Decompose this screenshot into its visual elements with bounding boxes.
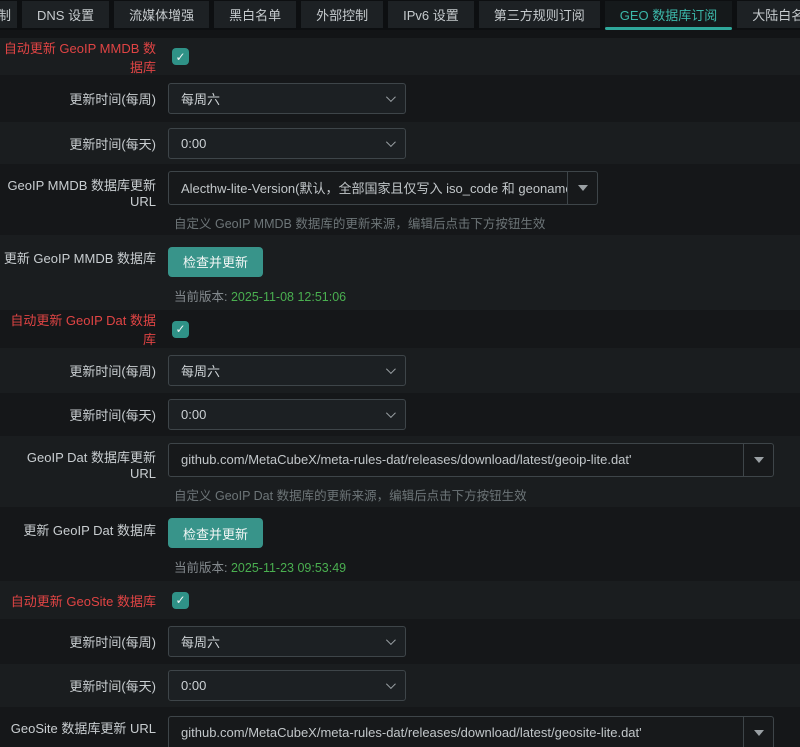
chevron-down-icon <box>386 137 396 147</box>
mmdb-version-value: 2025-11-08 12:51:06 <box>231 290 346 304</box>
geosite-daily-time-label: 更新时间(每天) <box>0 676 168 695</box>
triangle-down-icon <box>578 185 588 191</box>
row-geosite-daily-time: 更新时间(每天) 0:00 <box>0 664 800 707</box>
tab-dns-settings[interactable]: DNS 设置 <box>22 1 109 28</box>
geosite-daily-time-value: 0:00 <box>181 678 206 693</box>
chevron-down-icon <box>386 635 396 645</box>
geo-database-form: 自动更新 GeoIP MMDB 数据库 更新时间(每周) 每周六 更新时间(每天… <box>0 30 800 747</box>
dat-url-dropdown-button[interactable] <box>743 444 773 476</box>
row-auto-update-dat: 自动更新 GeoIP Dat 数据库 <box>0 310 800 348</box>
auto-update-dat-checkbox[interactable] <box>172 321 189 338</box>
dat-daily-time-value: 0:00 <box>181 407 206 422</box>
tab-bar: 制 DNS 设置 流媒体增强 黑白名单 外部控制 IPv6 设置 第三方规则订阅… <box>0 0 800 30</box>
mmdb-update-label: 更新 GeoIP MMDB 数据库 <box>0 235 168 267</box>
row-mmdb-url: GeoIP MMDB 数据库更新 URL Alecthw-lite-Versio… <box>0 164 800 235</box>
dat-update-label: 更新 GeoIP Dat 数据库 <box>0 507 168 539</box>
row-mmdb-daily-time: 更新时间(每天) 0:00 <box>0 122 800 164</box>
tab-geo-database-subscribe[interactable]: GEO 数据库订阅 <box>605 1 733 28</box>
mmdb-url-dropdown-button[interactable] <box>567 172 597 204</box>
triangle-down-icon <box>754 730 764 736</box>
dat-weekly-time-value: 每周六 <box>181 361 220 380</box>
dat-version-label: 当前版本: <box>174 561 227 575</box>
mmdb-weekly-time-label: 更新时间(每周) <box>0 89 168 108</box>
dat-weekly-time-select[interactable]: 每周六 <box>168 355 406 386</box>
tab-ipv6-settings[interactable]: IPv6 设置 <box>388 1 474 28</box>
mmdb-url-label: GeoIP MMDB 数据库更新 URL <box>0 164 168 209</box>
tab-third-party-rules[interactable]: 第三方规则订阅 <box>479 1 600 28</box>
geosite-weekly-time-select[interactable]: 每周六 <box>168 626 406 657</box>
mmdb-weekly-time-select[interactable]: 每周六 <box>168 83 406 114</box>
mmdb-weekly-time-value: 每周六 <box>181 89 220 108</box>
dat-url-combobox[interactable]: 'github.com/MetaCubeX/meta-rules-dat/rel… <box>168 443 774 477</box>
tab-partial-left[interactable]: 制 <box>0 1 17 28</box>
row-dat-url: GeoIP Dat 数据库更新 URL 'github.com/MetaCube… <box>0 436 800 507</box>
row-dat-weekly-time: 更新时间(每周) 每周六 <box>0 348 800 393</box>
mmdb-url-description: 自定义 GeoIP MMDB 数据库的更新来源，编辑后点击下方按钮生效 <box>168 205 800 232</box>
auto-update-dat-label: 自动更新 GeoIP Dat 数据库 <box>0 310 168 348</box>
tab-streaming-enhance[interactable]: 流媒体增强 <box>114 1 209 28</box>
auto-update-geosite-checkbox[interactable] <box>172 592 189 609</box>
row-mmdb-weekly-time: 更新时间(每周) 每周六 <box>0 75 800 122</box>
dat-daily-time-select[interactable]: 0:00 <box>168 399 406 430</box>
dat-url-label: GeoIP Dat 数据库更新 URL <box>0 436 168 481</box>
row-dat-daily-time: 更新时间(每天) 0:00 <box>0 393 800 436</box>
row-auto-update-geosite: 自动更新 GeoSite 数据库 <box>0 581 800 619</box>
checkmark-icon <box>175 51 185 63</box>
checkmark-icon <box>175 594 185 606</box>
geosite-weekly-time-value: 每周六 <box>181 632 220 651</box>
mmdb-daily-time-value: 0:00 <box>181 136 206 151</box>
mmdb-daily-time-select[interactable]: 0:00 <box>168 128 406 159</box>
geosite-weekly-time-label: 更新时间(每周) <box>0 632 168 651</box>
geosite-url-combobox[interactable]: 'github.com/MetaCubeX/meta-rules-dat/rel… <box>168 716 774 747</box>
row-geosite-url: GeoSite 数据库更新 URL 'github.com/MetaCubeX/… <box>0 707 800 747</box>
mmdb-version-label: 当前版本: <box>174 290 227 304</box>
mmdb-url-value[interactable]: Alecthw-lite-Version(默认，全部国家且仅写入 iso_cod… <box>169 172 567 204</box>
dat-version-value: 2025-11-23 09:53:49 <box>231 561 346 575</box>
chevron-down-icon <box>386 364 396 374</box>
tab-mainland-whitelist[interactable]: 大陆白名单订阅 <box>737 1 800 28</box>
chevron-down-icon <box>386 679 396 689</box>
geosite-daily-time-select[interactable]: 0:00 <box>168 670 406 701</box>
mmdb-current-version: 当前版本: 2025-11-08 12:51:06 <box>168 277 800 305</box>
geosite-url-value[interactable]: 'github.com/MetaCubeX/meta-rules-dat/rel… <box>169 717 743 747</box>
chevron-down-icon <box>386 92 396 102</box>
tab-black-white-list[interactable]: 黑白名单 <box>214 1 296 28</box>
triangle-down-icon <box>754 457 764 463</box>
dat-url-description: 自定义 GeoIP Dat 数据库的更新来源，编辑后点击下方按钮生效 <box>168 477 800 504</box>
dat-weekly-time-label: 更新时间(每周) <box>0 361 168 380</box>
row-auto-update-mmdb: 自动更新 GeoIP MMDB 数据库 <box>0 38 800 75</box>
auto-update-mmdb-checkbox[interactable] <box>172 48 189 65</box>
geosite-url-label: GeoSite 数据库更新 URL <box>0 707 168 737</box>
dat-check-update-button[interactable]: 检查并更新 <box>168 518 263 548</box>
row-geosite-weekly-time: 更新时间(每周) 每周六 <box>0 619 800 664</box>
mmdb-daily-time-label: 更新时间(每天) <box>0 134 168 153</box>
dat-daily-time-label: 更新时间(每天) <box>0 405 168 424</box>
auto-update-mmdb-label: 自动更新 GeoIP MMDB 数据库 <box>0 38 168 76</box>
geosite-url-dropdown-button[interactable] <box>743 717 773 747</box>
mmdb-url-combobox[interactable]: Alecthw-lite-Version(默认，全部国家且仅写入 iso_cod… <box>168 171 598 205</box>
tab-external-control[interactable]: 外部控制 <box>301 1 383 28</box>
checkmark-icon <box>175 323 185 335</box>
chevron-down-icon <box>386 408 396 418</box>
auto-update-geosite-label: 自动更新 GeoSite 数据库 <box>0 591 168 610</box>
row-dat-update: 更新 GeoIP Dat 数据库 检查并更新 当前版本: 2025-11-23 … <box>0 507 800 581</box>
mmdb-check-update-button[interactable]: 检查并更新 <box>168 247 263 277</box>
dat-url-value[interactable]: 'github.com/MetaCubeX/meta-rules-dat/rel… <box>169 444 743 476</box>
dat-current-version: 当前版本: 2025-11-23 09:53:49 <box>168 548 800 576</box>
row-mmdb-update: 更新 GeoIP MMDB 数据库 检查并更新 当前版本: 2025-11-08… <box>0 235 800 310</box>
